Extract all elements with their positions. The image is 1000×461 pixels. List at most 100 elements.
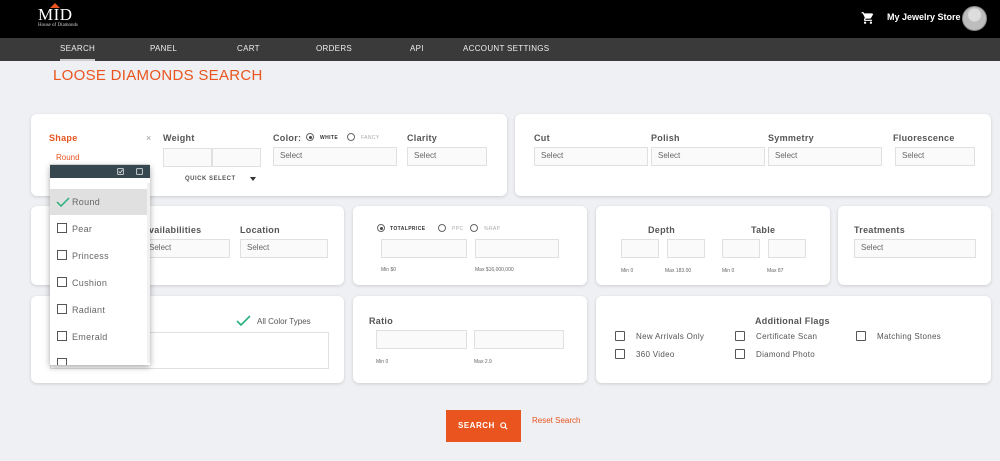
- depth-max-input[interactable]: [667, 239, 705, 258]
- table-max-input[interactable]: [768, 239, 806, 258]
- ratio-label: Ratio: [369, 316, 393, 326]
- weight-min-input[interactable]: [163, 148, 212, 167]
- shape-option-label: Round: [72, 197, 101, 207]
- reset-search-link[interactable]: Reset Search: [532, 416, 580, 425]
- ppc-radio[interactable]: [438, 224, 446, 232]
- price-max-input[interactable]: [475, 239, 559, 258]
- logo-text: MID: [38, 5, 73, 24]
- price-max-hint: Max $16,000,000: [475, 267, 514, 273]
- nav-panel[interactable]: PANEL: [150, 38, 177, 61]
- ratio-min-hint: Min 0: [376, 359, 389, 365]
- new-arrivals-label: New Arrivals Only: [636, 332, 705, 341]
- location-label: Location: [240, 225, 280, 235]
- depth-min-input[interactable]: [621, 239, 659, 258]
- nav-orders[interactable]: ORDERS: [316, 38, 352, 61]
- location-select[interactable]: Select: [240, 239, 328, 258]
- color-fancy-label: FANCY: [361, 135, 380, 141]
- logo-tagline: House of Diamonds: [38, 23, 78, 28]
- search-button[interactable]: SEARCH: [446, 410, 521, 442]
- nav-account-settings[interactable]: ACCOUNT SETTINGS: [463, 38, 549, 61]
- shape-option-cushion[interactable]: Cushion: [50, 270, 150, 296]
- additional-flags-label: Additional Flags: [755, 316, 830, 326]
- quick-select-button[interactable]: QUICK SELECT: [185, 176, 236, 182]
- check-icon: [236, 315, 251, 327]
- ratio-max-input[interactable]: [474, 330, 564, 349]
- clarity-select[interactable]: Select: [407, 147, 487, 166]
- all-color-types-label[interactable]: All Color Types: [257, 317, 311, 326]
- price-min-input[interactable]: [381, 239, 467, 258]
- shape-dropdown: Round Pear Princess Cushion Radiant Emer…: [50, 165, 150, 365]
- ratio-min-input[interactable]: [376, 330, 467, 349]
- clarity-label: Clarity: [407, 133, 438, 143]
- table-label: Table: [751, 225, 776, 235]
- availabilities-select[interactable]: Select: [142, 239, 230, 258]
- cart-icon[interactable]: [861, 11, 875, 25]
- shape-select[interactable]: Round: [49, 148, 150, 165]
- table-min-input[interactable]: [722, 239, 760, 258]
- shape-option-round[interactable]: Round: [50, 189, 150, 215]
- checkbox-icon: [57, 331, 67, 341]
- caret-down-icon[interactable]: [250, 177, 256, 181]
- availabilities-label: vailabilities: [149, 225, 202, 235]
- shape-option-radiant[interactable]: Radiant: [50, 297, 150, 323]
- color-select[interactable]: Select: [273, 147, 397, 166]
- nav-cart[interactable]: CART: [237, 38, 260, 61]
- shape-option-pear[interactable]: Pear: [50, 216, 150, 242]
- color-white-radio[interactable]: [306, 133, 314, 141]
- cut-select[interactable]: Select: [534, 147, 648, 166]
- nav-api[interactable]: API: [410, 38, 424, 61]
- totalprice-radio[interactable]: [377, 224, 385, 232]
- page-title: LOOSE DIAMONDS SEARCH: [53, 67, 263, 84]
- polish-label: Polish: [651, 133, 680, 143]
- top-bar: MID House of Diamonds My Jewelry Store: [0, 0, 1000, 38]
- shape-label: Shape: [49, 133, 78, 143]
- treatments-select[interactable]: Select: [854, 239, 976, 258]
- table-min-hint: Min 0: [722, 268, 735, 274]
- dropdown-scrollbar[interactable]: [147, 183, 150, 363]
- fluorescence-select[interactable]: Select: [895, 147, 975, 166]
- weight-max-input[interactable]: [212, 148, 261, 167]
- color-fancy-radio[interactable]: [347, 133, 355, 141]
- price-min-hint: Min $0: [381, 267, 397, 273]
- matching-stones-checkbox[interactable]: [856, 331, 866, 341]
- deselect-all-icon[interactable]: [136, 168, 143, 175]
- rap-radio[interactable]: [470, 224, 478, 232]
- certificate-scan-label: Certificate Scan: [756, 332, 818, 341]
- table-max-hint: Max 87: [767, 268, 784, 274]
- shape-value: Round: [56, 153, 80, 162]
- shape-option-princess[interactable]: Princess: [50, 243, 150, 269]
- symmetry-select[interactable]: Select: [768, 147, 882, 166]
- search-button-label: SEARCH: [458, 421, 495, 430]
- weight-label: Weight: [163, 133, 195, 143]
- dropdown-header: [50, 165, 150, 178]
- shape-option-label: Emerald: [72, 332, 108, 342]
- select-all-icon[interactable]: [117, 168, 124, 175]
- shape-option-label: Cushion: [72, 278, 108, 288]
- diamond-photo-checkbox[interactable]: [735, 349, 745, 359]
- shape-option-emerald[interactable]: Emerald: [50, 324, 150, 350]
- diamond-photo-label: Diamond Photo: [756, 350, 816, 359]
- certificate-scan-checkbox[interactable]: [735, 331, 745, 341]
- store-name[interactable]: My Jewelry Store: [887, 12, 961, 22]
- symmetry-label: Symmetry: [768, 133, 814, 143]
- shape-option-label: Radiant: [72, 305, 106, 315]
- clear-icon[interactable]: ×: [146, 133, 151, 143]
- checkbox-icon: [57, 250, 67, 260]
- mid-logo[interactable]: MID House of Diamonds: [38, 3, 86, 34]
- avatar[interactable]: [962, 6, 987, 31]
- totalprice-label: TOTALPRICE: [390, 226, 426, 232]
- shape-option-label: Princess: [72, 251, 109, 261]
- depth-label: Depth: [648, 225, 675, 235]
- polish-select[interactable]: Select: [651, 147, 765, 166]
- rap-label: %RAP: [484, 226, 501, 232]
- nav-search[interactable]: SEARCH: [60, 38, 96, 61]
- shape-option-partial[interactable]: [50, 351, 150, 365]
- checkbox-icon: [57, 304, 67, 314]
- depth-min-hint: Min 0: [621, 268, 634, 274]
- 360-video-checkbox[interactable]: [615, 349, 625, 359]
- fluorescence-label: Fluorescence: [893, 133, 955, 143]
- treatments-label: Treatments: [854, 225, 906, 235]
- color-white-label: WHITE: [320, 135, 339, 141]
- new-arrivals-checkbox[interactable]: [615, 331, 625, 341]
- ppc-label: PPC: [452, 226, 464, 232]
